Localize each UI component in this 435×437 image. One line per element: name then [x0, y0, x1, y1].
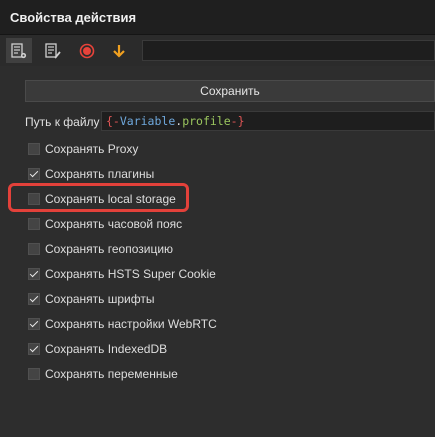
option-label: Сохранять переменные [45, 367, 178, 381]
option-label: Сохранять IndexedDB [45, 342, 168, 356]
option-label: Сохранять плагины [45, 167, 155, 181]
checkbox[interactable] [28, 143, 40, 155]
checkbox[interactable] [28, 343, 40, 355]
save-button[interactable]: Сохранить [25, 80, 435, 102]
option-label: Сохранять шрифты [45, 292, 155, 306]
record-icon [79, 43, 95, 59]
window-title: Свойства действия [10, 10, 137, 25]
checkbox[interactable] [28, 293, 40, 305]
option-save-webrtc[interactable]: Сохранять настройки WebRTC [28, 316, 217, 332]
option-save-hsts-cookie[interactable]: Сохранять HSTS Super Cookie [28, 266, 216, 282]
option-save-plugins[interactable]: Сохранять плагины [28, 166, 154, 182]
option-save-variables[interactable]: Сохранять переменные [28, 366, 178, 382]
checkbox[interactable] [28, 318, 40, 330]
checkbox[interactable] [28, 218, 40, 230]
file-path-input[interactable]: {-Variable.profile-} [101, 111, 435, 131]
arrow-down-button[interactable] [106, 38, 132, 63]
list-edit-button[interactable] [40, 38, 66, 63]
option-label: Сохранять часовой пояс [45, 217, 183, 231]
list-settings-icon [11, 42, 27, 59]
toolbar [0, 36, 435, 65]
option-label: Сохранять настройки WebRTC [45, 317, 217, 331]
option-save-proxy[interactable]: Сохранять Proxy [28, 141, 138, 157]
file-path-label: Путь к файлу [25, 115, 100, 129]
template-property: profile [182, 114, 231, 128]
option-save-indexeddb[interactable]: Сохранять IndexedDB [28, 341, 167, 357]
list-settings-button[interactable] [6, 38, 32, 63]
checkbox[interactable] [28, 243, 40, 255]
option-label: Сохранять Proxy [45, 142, 139, 156]
window-titlebar: Свойства действия [0, 0, 435, 35]
list-edit-icon [45, 42, 61, 59]
template-open: {- [106, 114, 120, 128]
option-save-geolocation[interactable]: Сохранять геопозицию [28, 241, 173, 257]
option-save-fonts[interactable]: Сохранять шрифты [28, 291, 155, 307]
checkbox[interactable] [28, 168, 40, 180]
template-close: -} [230, 114, 245, 128]
template-variable: Variable [119, 114, 176, 128]
option-label: Сохранять геопозицию [45, 242, 174, 256]
highlight-box [8, 183, 189, 212]
arrow-down-icon [111, 43, 127, 59]
record-button[interactable] [74, 38, 100, 63]
toolbar-input[interactable] [142, 40, 435, 61]
option-save-timezone[interactable]: Сохранять часовой пояс [28, 216, 182, 232]
option-label: Сохранять HSTS Super Cookie [45, 267, 216, 281]
checkbox[interactable] [28, 368, 40, 380]
checkbox[interactable] [28, 268, 40, 280]
